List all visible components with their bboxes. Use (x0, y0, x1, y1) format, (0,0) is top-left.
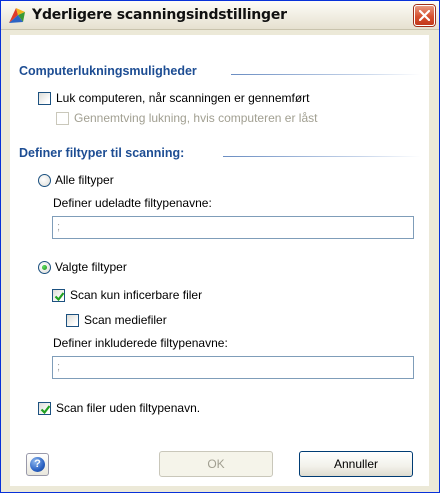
checkmark-icon (54, 291, 65, 301)
help-button[interactable]: ? (26, 453, 49, 476)
all-filetypes-option[interactable]: Alle filtyper (38, 173, 114, 187)
radio-selected-dot (42, 264, 47, 270)
selected-filetypes-option[interactable]: Valgte filtyper (38, 260, 127, 274)
excluded-extensions-label: Definer udeladte filtypenavne: (53, 196, 212, 210)
media-files-label: Scan mediefiler (84, 313, 167, 327)
dialog-window: Yderligere scanningsindstillinger Comput… (0, 0, 440, 493)
ok-button[interactable]: OK (159, 451, 273, 477)
included-extensions-label: Definer inkluderede filtypenavne: (53, 336, 228, 350)
no-extension-option[interactable]: Scan filer uden filtypenavn. (38, 401, 200, 415)
section-divider (231, 74, 421, 75)
infectable-only-label: Scan kun inficerbare filer (70, 288, 203, 302)
shutdown-after-scan-option[interactable]: Luk computeren, når scanningen er gennem… (38, 91, 309, 105)
filetypes-section-title: Definer filtyper til scanning: (19, 146, 185, 160)
force-shutdown-option[interactable]: Gennemtving lukning, hvis computeren er … (56, 111, 317, 125)
close-icon (419, 10, 430, 21)
infectable-only-option[interactable]: Scan kun inficerbare filer (52, 288, 202, 302)
avg-logo-icon (9, 8, 25, 23)
no-extension-checkbox[interactable] (38, 401, 51, 415)
force-shutdown-checkbox[interactable] (56, 111, 69, 125)
title-bar[interactable]: Yderligere scanningsindstillinger (1, 1, 439, 30)
no-extension-label: Scan filer uden filtypenavn. (56, 401, 201, 415)
shutdown-section-title: Computerlukningsmuligheder (19, 64, 197, 78)
window-title: Yderligere scanningsindstillinger (32, 7, 287, 23)
dialog-content: Computerlukningsmuligheder Luk computere… (10, 35, 429, 486)
included-extensions-input[interactable]: ; (52, 356, 414, 379)
infectable-only-checkbox[interactable] (52, 288, 65, 302)
section-divider (223, 156, 421, 157)
close-button[interactable] (414, 5, 435, 26)
excluded-extensions-input[interactable]: ; (52, 216, 414, 239)
media-files-checkbox[interactable] (66, 313, 79, 327)
media-files-option[interactable]: Scan mediefiler (66, 313, 167, 327)
selected-filetypes-radio[interactable] (38, 260, 51, 274)
all-filetypes-radio[interactable] (38, 173, 51, 187)
checkmark-icon (40, 404, 51, 414)
help-icon: ? (30, 457, 45, 472)
shutdown-after-scan-checkbox[interactable] (38, 91, 51, 105)
shutdown-after-scan-label: Luk computeren, når scanningen er gennem… (56, 91, 310, 105)
cancel-button[interactable]: Annuller (299, 451, 413, 477)
selected-filetypes-label: Valgte filtyper (55, 260, 127, 274)
all-filetypes-label: Alle filtyper (55, 173, 114, 187)
force-shutdown-label: Gennemtving lukning, hvis computeren er … (74, 111, 318, 125)
